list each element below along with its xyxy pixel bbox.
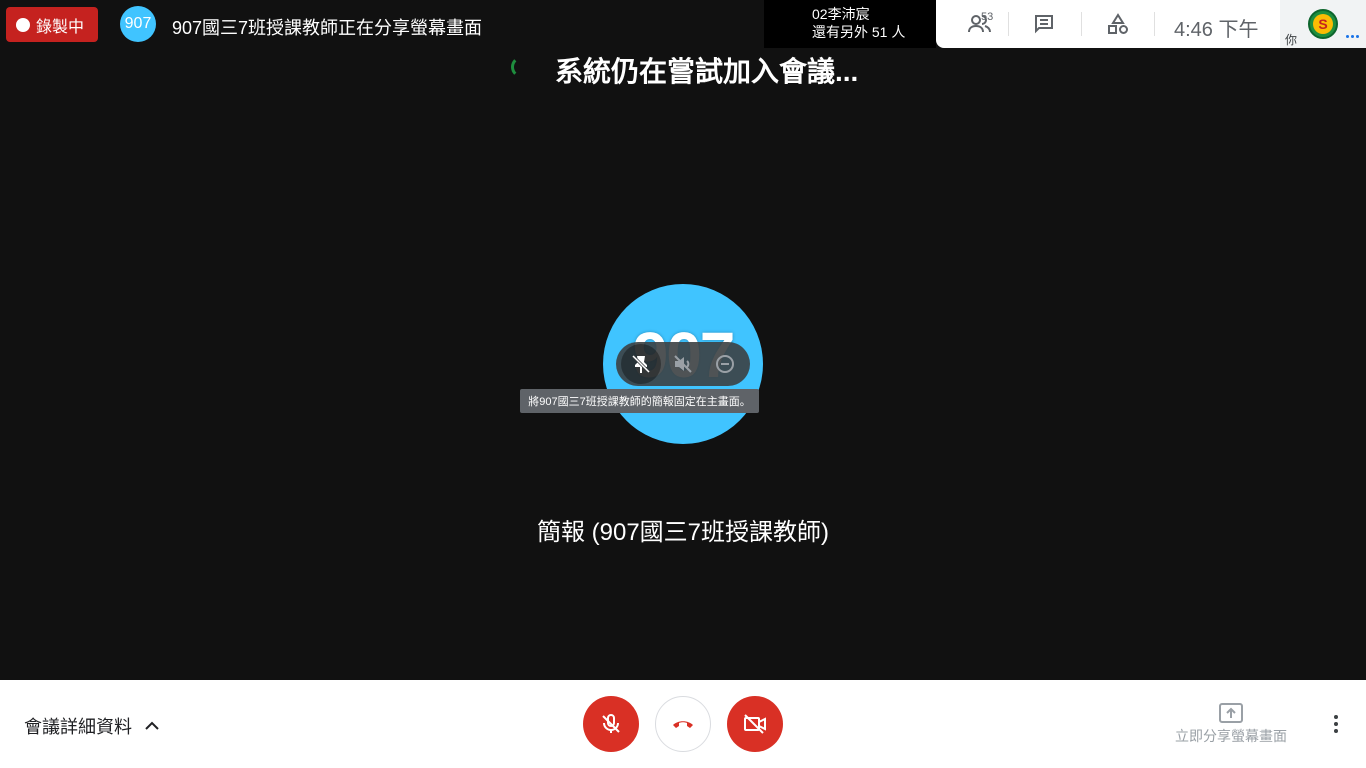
activities-button[interactable] — [1090, 0, 1146, 48]
meeting-details-button[interactable]: 會議詳細資料 — [24, 713, 160, 739]
mute-button[interactable] — [663, 344, 703, 384]
presentation-name: 簡報 (907國三7班授課教師) — [536, 519, 830, 546]
mic-off-icon — [602, 714, 620, 733]
meeting-details-label: 會議詳細資料 — [24, 717, 132, 737]
clock: 4:46 下午 — [1174, 19, 1259, 41]
present-now-label: 立即分享螢幕畫面 — [1175, 728, 1287, 744]
self-avatar: S — [1308, 9, 1338, 39]
mic-toggle-button[interactable] — [583, 696, 639, 752]
camera-toggle-button[interactable] — [727, 696, 783, 752]
present-to-all-icon — [1219, 703, 1243, 723]
pin-off-icon — [631, 354, 651, 374]
present-now-button[interactable]: 立即分享螢幕畫面 — [1170, 702, 1292, 746]
self-tile[interactable]: 你 S — [1280, 0, 1366, 48]
shapes-icon — [1108, 13, 1128, 34]
recording-badge[interactable]: 錄製中 — [6, 7, 98, 42]
tile-controls — [616, 342, 750, 386]
chat-button[interactable] — [1016, 0, 1072, 48]
loading-spinner-icon — [511, 56, 533, 78]
speaking-indicator-icon — [1346, 35, 1359, 38]
joining-status: 系統仍在嘗試加入會議... — [555, 56, 859, 87]
recording-label: 錄製中 — [36, 18, 85, 36]
people-button[interactable] — [952, 0, 1008, 48]
remove-button[interactable] — [705, 344, 745, 384]
participant-others: 還有另外 51 人 — [812, 24, 906, 40]
mute-off-icon — [674, 355, 692, 373]
chat-icon — [1035, 15, 1053, 34]
self-avatar-letter: S — [1313, 14, 1333, 34]
hangup-button[interactable] — [655, 696, 711, 752]
participant-preview[interactable]: 02李沛宸 還有另外 51 人 — [764, 0, 936, 48]
participant-name: 02李沛宸 — [812, 6, 870, 22]
chevron-up-icon — [145, 721, 159, 730]
hangup-icon — [673, 721, 693, 728]
divider — [1008, 12, 1009, 36]
more-vert-icon — [1334, 715, 1338, 719]
divider — [1154, 12, 1155, 36]
you-label: 你 — [1285, 33, 1298, 47]
remove-icon — [716, 355, 734, 373]
top-right-panel: 53 4:46 下午 你 S — [936, 0, 1366, 48]
pin-tooltip: 將907國三7班授課教師的簡報固定在主畫面。 — [520, 389, 759, 413]
presenter-avatar: 907 — [120, 6, 156, 42]
record-dot-icon — [16, 17, 30, 32]
presenting-banner: 907國三7班授課教師正在分享螢幕畫面 — [172, 18, 483, 38]
people-count: 53 — [981, 11, 994, 23]
videocam-off-icon — [744, 714, 766, 734]
bottom-bar: 會議詳細資料 立即分享螢幕畫面 — [0, 680, 1366, 768]
more-options-button[interactable] — [1322, 708, 1350, 740]
divider — [1081, 12, 1082, 36]
pin-button[interactable] — [621, 344, 661, 384]
